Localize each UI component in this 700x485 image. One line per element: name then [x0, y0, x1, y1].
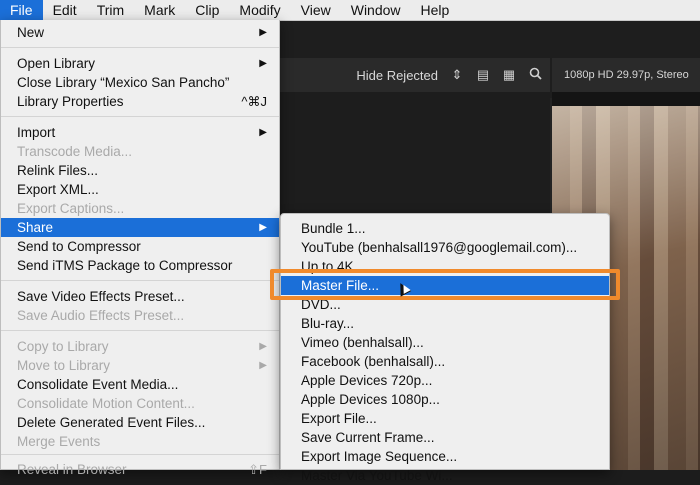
menu-item-label: Send to Compressor — [17, 239, 141, 254]
menu-item-label: Facebook (benhalsall)... — [301, 354, 446, 369]
menu-item-label: Send iTMS Package to Compressor — [17, 258, 233, 273]
menu-item-label: Consolidate Motion Content... — [17, 396, 195, 411]
viewer-format-label: 1080p HD 29.97p, Stereo — [564, 69, 689, 81]
submenu-arrow-icon: ▶ — [259, 58, 267, 69]
menu-item-label: Consolidate Event Media... — [17, 377, 179, 392]
submenu-arrow-icon: ▶ — [259, 341, 267, 352]
menu-item-export-captions: Export Captions... — [1, 199, 279, 218]
menu-item-label: Close Library “Mexico San Pancho” — [17, 75, 230, 90]
submenu-arrow-icon: ▶ — [259, 27, 267, 38]
submenu-arrow-icon: ▶ — [259, 222, 267, 233]
share-item-apple-720p[interactable]: Apple Devices 720p... — [281, 371, 609, 390]
viewer-format-bar: 1080p HD 29.97p, Stereo — [552, 58, 700, 92]
menu-clip[interactable]: Clip — [185, 0, 229, 20]
menu-item-label: Vimeo (benhalsall)... — [301, 335, 424, 350]
share-item-master-via-youtube[interactable]: Master Via YouTube Wi... — [281, 466, 609, 485]
menu-item-label: Export Image Sequence... — [301, 449, 458, 464]
updown-chevron-icon[interactable]: ⇕ — [450, 67, 464, 83]
menu-window[interactable]: Window — [341, 0, 411, 20]
menu-modify[interactable]: Modify — [229, 0, 290, 20]
menu-item-label: Save Audio Effects Preset... — [17, 308, 185, 323]
menu-item-label: Copy to Library — [17, 339, 109, 354]
share-item-youtube[interactable]: YouTube (benhalsall1976@googlemail.com).… — [281, 238, 609, 257]
menu-edit[interactable]: Edit — [43, 0, 87, 20]
menu-help[interactable]: Help — [411, 0, 460, 20]
menu-item-label: Delete Generated Event Files... — [17, 415, 206, 430]
menu-item-save-video-effects[interactable]: Save Video Effects Preset... — [1, 287, 279, 306]
filmstrip-list-icon[interactable]: ▤ — [476, 67, 490, 83]
browser-toolbar: Hide Rejected ⇕ ▤ ▦ — [280, 58, 550, 92]
clip-appearance-icon[interactable]: ▦ — [502, 67, 516, 83]
menu-item-label: Export XML... — [17, 182, 99, 197]
submenu-arrow-icon: ▶ — [259, 360, 267, 371]
menu-item-library-properties[interactable]: Library Properties ^⌘J — [1, 92, 279, 111]
menu-item-consolidate-motion: Consolidate Motion Content... — [1, 394, 279, 413]
shortcut-label: ^⌘J — [241, 94, 267, 109]
menu-mark[interactable]: Mark — [134, 0, 185, 20]
menu-separator — [1, 280, 279, 281]
menu-item-label: Bundle 1... — [301, 221, 366, 236]
share-item-vimeo[interactable]: Vimeo (benhalsall)... — [281, 333, 609, 352]
menu-item-copy-to-library: Copy to Library ▶ — [1, 337, 279, 356]
menu-item-open-library[interactable]: Open Library ▶ — [1, 54, 279, 73]
menu-separator — [1, 454, 279, 455]
share-item-export-file[interactable]: Export File... — [281, 409, 609, 428]
share-item-bundle[interactable]: Bundle 1... — [281, 219, 609, 238]
menu-item-label: Open Library — [17, 56, 96, 71]
menu-separator — [1, 116, 279, 117]
menu-item-label: Blu-ray... — [301, 316, 355, 331]
file-menu: New ▶ Open Library ▶ Close Library “Mexico… — [0, 20, 280, 477]
menu-item-close-library[interactable]: Close Library “Mexico San Pancho” — [1, 73, 279, 92]
share-item-export-image-sequence[interactable]: Export Image Sequence... — [281, 447, 609, 466]
menu-item-import[interactable]: Import ▶ — [1, 123, 279, 142]
menu-item-label: Library Properties — [17, 94, 124, 109]
menu-item-label: Export File... — [301, 411, 377, 426]
menu-file[interactable]: File — [0, 0, 43, 20]
menu-item-label: Relink Files... — [17, 163, 99, 178]
menu-item-label: Save Current Frame... — [301, 430, 435, 445]
menu-separator — [1, 47, 279, 48]
menu-item-label: Share — [17, 220, 54, 235]
menu-item-label: YouTube (benhalsall1976@googlemail.com).… — [301, 240, 578, 255]
menu-item-consolidate-event-media[interactable]: Consolidate Event Media... — [1, 375, 279, 394]
menu-item-label: Save Video Effects Preset... — [17, 289, 185, 304]
share-item-save-current-frame[interactable]: Save Current Frame... — [281, 428, 609, 447]
hide-rejected-filter[interactable]: Hide Rejected — [356, 68, 438, 83]
menu-separator — [1, 330, 279, 331]
submenu-arrow-icon: ▶ — [259, 127, 267, 138]
share-item-apple-1080p[interactable]: Apple Devices 1080p... — [281, 390, 609, 409]
search-icon[interactable] — [528, 67, 542, 83]
menu-trim[interactable]: Trim — [87, 0, 134, 20]
menu-item-label: Import — [17, 125, 56, 140]
menu-item-label: Transcode Media... — [17, 144, 133, 159]
share-submenu: Bundle 1... YouTube (benhalsall1976@goog… — [280, 213, 610, 483]
menu-item-delete-generated[interactable]: Delete Generated Event Files... — [1, 413, 279, 432]
menu-item-label: Merge Events — [17, 434, 101, 449]
menu-item-label: Apple Devices 720p... — [301, 373, 433, 388]
menu-item-send-to-compressor[interactable]: Send to Compressor — [1, 237, 279, 256]
share-item-bluray[interactable]: Blu-ray... — [281, 314, 609, 333]
menu-item-share[interactable]: Share ▶ — [1, 218, 279, 237]
menu-item-label: Master Via YouTube Wi... — [301, 468, 453, 483]
share-item-facebook[interactable]: Facebook (benhalsall)... — [281, 352, 609, 371]
menu-item-transcode-media: Transcode Media... — [1, 142, 279, 161]
menu-item-new[interactable]: New ▶ — [1, 23, 279, 42]
menu-item-label: Apple Devices 1080p... — [301, 392, 440, 407]
menu-item-send-itms[interactable]: Send iTMS Package to Compressor — [1, 256, 279, 275]
menu-item-label: Export Captions... — [17, 201, 125, 216]
menu-item-label: Move to Library — [17, 358, 111, 373]
menu-bar: File Edit Trim Mark Clip Modify View Win… — [0, 0, 700, 21]
menu-item-save-audio-effects: Save Audio Effects Preset... — [1, 306, 279, 325]
menu-item-export-xml[interactable]: Export XML... — [1, 180, 279, 199]
menu-item-move-to-library: Move to Library ▶ — [1, 356, 279, 375]
menu-view[interactable]: View — [291, 0, 341, 20]
menu-item-label: New — [17, 25, 45, 40]
menu-item-merge-events: Merge Events — [1, 432, 279, 451]
menu-item-relink-files[interactable]: Relink Files... — [1, 161, 279, 180]
callout-highlight-box — [270, 269, 620, 300]
